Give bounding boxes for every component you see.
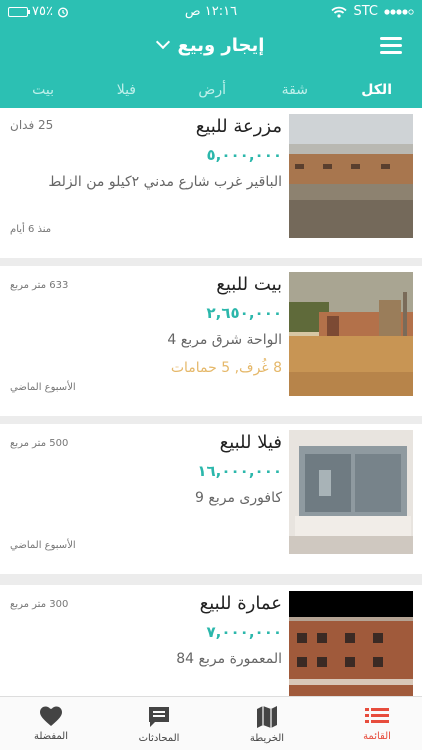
listing-photo — [289, 591, 413, 696]
tab-villa[interactable]: فيلا — [117, 82, 136, 98]
listing-photo — [289, 114, 413, 238]
listing-location: كافورى مربع 9 — [195, 490, 282, 506]
heart-icon — [40, 706, 62, 726]
bottom-tab-chats[interactable]: المحادثات — [114, 705, 204, 744]
status-bar: ٧٥٪ ١٢:١٦ ص STC — [0, 0, 422, 22]
listing-rooms: 8 غُرف, 5 حمامات — [170, 360, 282, 376]
tab-all[interactable]: الكل — [361, 82, 392, 98]
carrier-name: STC — [353, 4, 378, 19]
signal-icon — [384, 8, 414, 15]
wifi-icon — [331, 6, 348, 18]
bottom-tab-list[interactable]: القائمة — [332, 705, 422, 742]
listing-time: منذ 6 أيام — [10, 224, 52, 235]
nav-title-text: إيجار وبيع — [177, 35, 265, 56]
listing-price: ٥,٠٠٠,٠٠٠ — [206, 146, 282, 164]
tab-house[interactable]: بيت — [32, 82, 54, 98]
listings-list: مزرعة للبيع ٥,٠٠٠,٠٠٠ الباقير غرب شارع م… — [0, 108, 422, 696]
listing-card[interactable]: مزرعة للبيع ٥,٠٠٠,٠٠٠ الباقير غرب شارع م… — [0, 108, 422, 258]
listing-area: 300 متر مربع — [10, 599, 69, 610]
bottom-tab-label: المحادثات — [138, 733, 180, 744]
menu-button[interactable] — [380, 37, 402, 55]
listing-card[interactable]: بيت للبيع ٢,٦٥٠,٠٠٠ الواحة شرق مربع 4 8 … — [0, 266, 422, 416]
hamburger-icon — [380, 37, 402, 40]
bottom-tab-label: القائمة — [363, 731, 391, 742]
bottom-tab-label: المفضلة — [33, 731, 68, 742]
listing-card[interactable]: فيلا للبيع ١٦,٠٠٠,٠٠٠ كافورى مربع 9 500 … — [0, 424, 422, 574]
tab-apartment[interactable]: شقة — [282, 82, 308, 98]
bottom-tab-label: الخريطة — [249, 733, 285, 744]
category-tabs: الكل شقة أرض فيلا بيت — [0, 72, 422, 108]
listing-price: ١٦,٠٠٠,٠٠٠ — [197, 462, 282, 480]
chevron-down-icon — [155, 34, 170, 50]
tab-land[interactable]: أرض — [198, 82, 226, 98]
map-icon — [257, 706, 277, 728]
listing-area: 633 متر مربع — [10, 280, 69, 291]
listing-card[interactable]: عمارة للبيع ٧,٠٠٠,٠٠٠ المعمورة مربع 84 3… — [0, 585, 422, 696]
listing-price: ٢,٦٥٠,٠٠٠ — [206, 304, 282, 322]
listing-photo — [289, 430, 413, 554]
bottom-tab-bar: القائمة الخريطة المحادثات المفضلة — [0, 696, 422, 750]
listing-time: الأسبوع الماضي — [10, 540, 76, 551]
listing-price: ٧,٠٠٠,٠٠٠ — [206, 623, 282, 641]
category-dropdown[interactable]: إيجار وبيع — [0, 34, 422, 56]
listing-area: 500 متر مربع — [10, 438, 69, 449]
chat-icon — [149, 707, 169, 727]
listing-location: الواحة شرق مربع 4 — [167, 332, 282, 348]
listing-time: الأسبوع الماضي — [10, 382, 76, 393]
nav-bar: إيجار وبيع — [0, 22, 422, 72]
listing-title: بيت للبيع — [216, 274, 282, 295]
bottom-tab-favorites[interactable]: المفضلة — [6, 705, 96, 742]
listing-title: مزرعة للبيع — [195, 116, 282, 137]
listing-location: المعمورة مربع 84 — [176, 651, 282, 667]
listing-photo — [289, 272, 413, 396]
listing-title: فيلا للبيع — [219, 432, 282, 453]
status-right: STC — [331, 4, 414, 19]
listing-location: الباقير غرب شارع مدني ٢كيلو من الزلط — [48, 174, 282, 190]
list-icon — [365, 708, 389, 723]
bottom-tab-map[interactable]: الخريطة — [222, 705, 312, 744]
listing-title: عمارة للبيع — [199, 593, 282, 614]
listing-area: 25 فدان — [10, 118, 54, 132]
